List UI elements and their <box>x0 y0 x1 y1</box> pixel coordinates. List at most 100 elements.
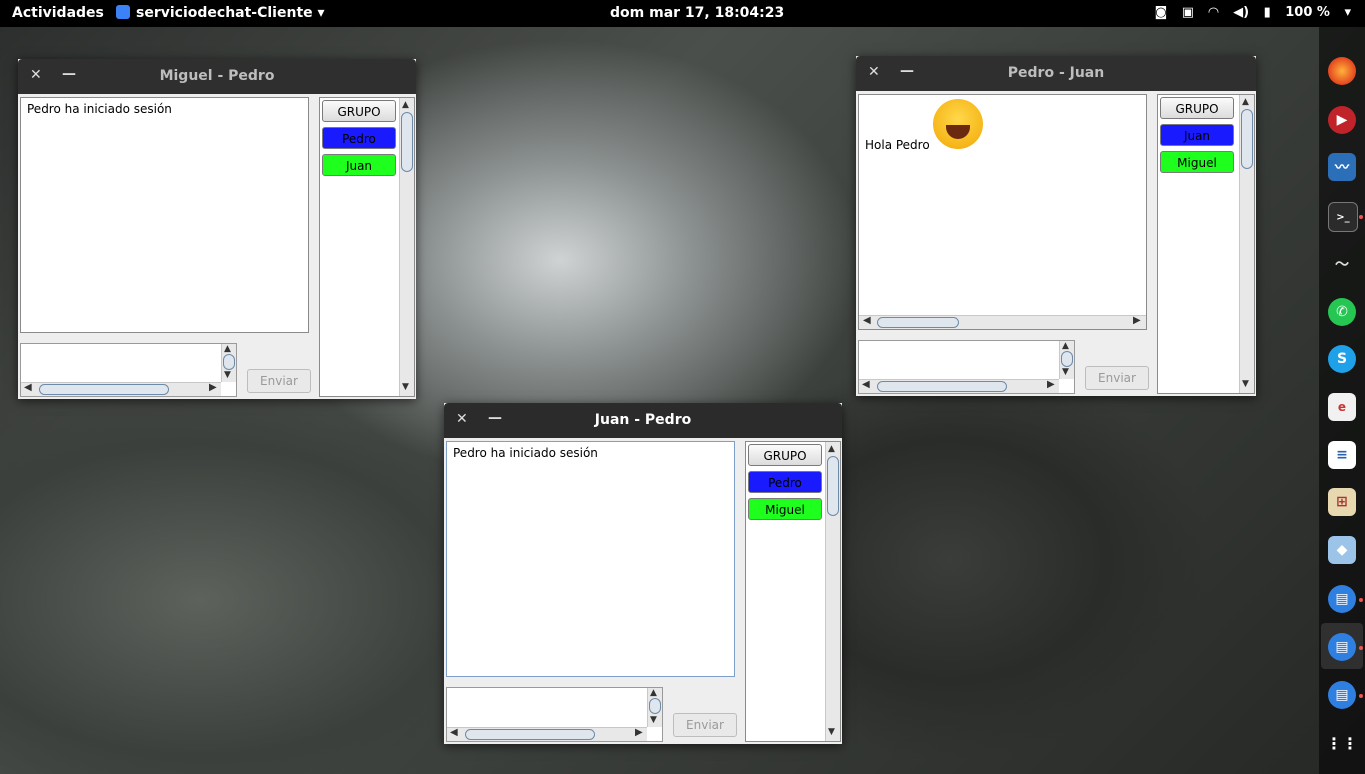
chat-message: Pedro ha iniciado sesión <box>27 102 172 116</box>
scroll-thumb[interactable] <box>39 384 169 395</box>
user-button-juan[interactable]: Juan <box>1160 124 1234 146</box>
window-title: Miguel - Pedro <box>159 68 275 84</box>
keyboard-icon[interactable]: ▣ <box>1182 5 1194 20</box>
user-button-miguel[interactable]: Miguel <box>1160 151 1234 173</box>
input-vertical-scrollbar[interactable]: ▲ ▼ <box>647 688 662 727</box>
scroll-down-icon[interactable]: ▼ <box>224 370 231 380</box>
firefox-icon[interactable] <box>1328 57 1356 85</box>
scroll-down-icon[interactable]: ▼ <box>402 382 409 392</box>
document-viewer-icon[interactable]: e <box>1328 393 1356 421</box>
audio-waveform-icon[interactable]: 〜 <box>1328 250 1356 278</box>
user-button-miguel[interactable]: Miguel <box>748 498 822 520</box>
input-horizontal-scrollbar[interactable]: ◀ ▶ <box>21 382 221 396</box>
app-menu[interactable]: serviciodechat-Cliente ▾ <box>116 5 325 21</box>
system-tray[interactable]: ◙ ▣ ◠ ◀) ▮ 100 % ▾ <box>1145 5 1351 20</box>
window-title: Juan - Pedro <box>594 412 692 428</box>
chat-client-icon[interactable]: ▤ <box>1328 633 1356 661</box>
scroll-thumb[interactable] <box>1061 351 1073 367</box>
chat-messages-area[interactable]: Pedro ha iniciado sesión <box>20 97 309 333</box>
send-button[interactable]: Enviar <box>1085 366 1149 390</box>
media-player-icon[interactable]: ▶ <box>1328 106 1356 134</box>
scroll-down-icon[interactable]: ▼ <box>1242 379 1249 389</box>
user-list-scrollbar[interactable]: ▲ ▼ <box>399 98 414 396</box>
scroll-down-icon[interactable]: ▼ <box>650 715 657 725</box>
chat-window-miguel: ✕ — Miguel - Pedro Pedro ha iniciado ses… <box>18 59 416 399</box>
clock[interactable]: dom mar 17, 18:04:23 <box>610 5 784 21</box>
input-vertical-scrollbar[interactable]: ▲ ▼ <box>1059 341 1074 379</box>
user-list-scrollbar[interactable]: ▲ ▼ <box>1239 95 1254 393</box>
volume-icon[interactable]: ◀) <box>1233 5 1249 20</box>
input-horizontal-scrollbar[interactable]: ◀ ▶ <box>859 379 1059 393</box>
chat-horizontal-scrollbar[interactable]: ◀ ▶ <box>859 315 1146 329</box>
scroll-right-icon[interactable]: ▶ <box>635 727 643 738</box>
user-button-juan[interactable]: Juan <box>322 154 396 176</box>
chat-messages-area[interactable]: Hola Pedro ◀ ▶ <box>858 94 1147 330</box>
activities-button[interactable]: Actividades <box>12 5 104 21</box>
app-menu-label: serviciodechat-Cliente ▾ <box>136 5 325 21</box>
scroll-thumb[interactable] <box>401 112 413 172</box>
message-input[interactable]: ▲ ▼ ◀ ▶ <box>446 687 663 742</box>
user-list-panel: GRUPO Pedro Juan ▲ ▼ <box>319 97 415 397</box>
message-input[interactable]: ▲ ▼ ◀ ▶ <box>20 343 237 397</box>
chat-client-icon[interactable]: ▤ <box>1328 681 1356 709</box>
chat-client-icon[interactable]: ▤ <box>1328 585 1356 613</box>
top-bar: Actividades serviciodechat-Cliente ▾ dom… <box>0 0 1365 27</box>
scroll-thumb[interactable] <box>827 456 839 516</box>
scroll-up-icon[interactable]: ▲ <box>1242 97 1249 107</box>
group-button[interactable]: GRUPO <box>322 100 396 122</box>
scroll-left-icon[interactable]: ◀ <box>24 382 32 393</box>
running-indicator <box>1359 646 1363 650</box>
scroll-thumb[interactable] <box>1241 109 1253 169</box>
chat-window-juan: ✕ — Juan - Pedro Pedro ha iniciado sesió… <box>444 403 842 744</box>
diagram-icon[interactable]: ⊞ <box>1328 488 1356 516</box>
dock: ▶ 〰 >_ 〜 ✆ S e ≡ ⊞ ◆ ▤ ▤ ▤ ⋮⋮ <box>1319 27 1365 774</box>
scroll-up-icon[interactable]: ▲ <box>828 444 835 454</box>
user-list-scrollbar[interactable]: ▲ ▼ <box>825 442 840 741</box>
scroll-thumb[interactable] <box>465 729 595 740</box>
scroll-left-icon[interactable]: ◀ <box>450 727 458 738</box>
scroll-down-icon[interactable]: ▼ <box>1062 367 1069 377</box>
scroll-thumb[interactable] <box>877 317 959 328</box>
scroll-left-icon[interactable]: ◀ <box>863 315 871 326</box>
window-titlebar[interactable]: ✕ — Miguel - Pedro <box>18 59 416 94</box>
user-button-pedro[interactable]: Pedro <box>322 127 396 149</box>
running-indicator <box>1359 598 1363 602</box>
scroll-right-icon[interactable]: ▶ <box>209 382 217 393</box>
scroll-up-icon[interactable]: ▲ <box>1062 341 1069 351</box>
battery-icon[interactable]: ▮ <box>1264 5 1271 20</box>
scroll-right-icon[interactable]: ▶ <box>1133 315 1141 326</box>
scroll-down-icon[interactable]: ▼ <box>828 727 835 737</box>
group-button[interactable]: GRUPO <box>748 444 822 466</box>
virtualbox-icon[interactable]: ◆ <box>1328 536 1356 564</box>
scroll-thumb[interactable] <box>649 698 661 714</box>
message-input[interactable]: ▲ ▼ ◀ ▶ <box>858 340 1075 394</box>
window-titlebar[interactable]: ✕ — Juan - Pedro <box>444 403 842 438</box>
chat-messages-area[interactable]: Pedro ha iniciado sesión <box>446 441 735 677</box>
scroll-thumb[interactable] <box>223 354 235 370</box>
send-button[interactable]: Enviar <box>247 369 311 393</box>
whatsapp-icon[interactable]: ✆ <box>1328 298 1356 326</box>
chat-window-pedro: ✕ — Pedro - Juan Hola Pedro ◀ ▶ ▲ ▼ ◀ ▶ … <box>856 56 1256 396</box>
user-button-pedro[interactable]: Pedro <box>748 471 822 493</box>
scroll-up-icon[interactable]: ▲ <box>650 688 657 698</box>
scroll-up-icon[interactable]: ▲ <box>402 100 409 110</box>
running-indicator <box>1359 215 1363 219</box>
group-button[interactable]: GRUPO <box>1160 97 1234 119</box>
terminal-icon[interactable]: >_ <box>1328 202 1358 232</box>
text-editor-icon[interactable]: ≡ <box>1328 441 1356 469</box>
chat-message: Pedro ha iniciado sesión <box>453 446 598 460</box>
app-grid-icon[interactable]: ⋮⋮ <box>1326 729 1358 757</box>
scroll-right-icon[interactable]: ▶ <box>1047 379 1055 390</box>
scroll-left-icon[interactable]: ◀ <box>862 379 870 390</box>
notification-icon[interactable]: ◙ <box>1155 5 1168 20</box>
input-horizontal-scrollbar[interactable]: ◀ ▶ <box>447 727 647 741</box>
skype-icon[interactable]: S <box>1328 345 1356 373</box>
laughing-emoji-icon <box>933 99 983 149</box>
input-vertical-scrollbar[interactable]: ▲ ▼ <box>221 344 236 382</box>
scroll-thumb[interactable] <box>877 381 1007 392</box>
send-button[interactable]: Enviar <box>673 713 737 737</box>
window-titlebar[interactable]: ✕ — Pedro - Juan <box>856 56 1256 91</box>
scroll-up-icon[interactable]: ▲ <box>224 344 231 354</box>
wifi-icon[interactable]: ◠ <box>1209 5 1219 20</box>
system-monitor-icon[interactable]: 〰 <box>1328 153 1356 181</box>
